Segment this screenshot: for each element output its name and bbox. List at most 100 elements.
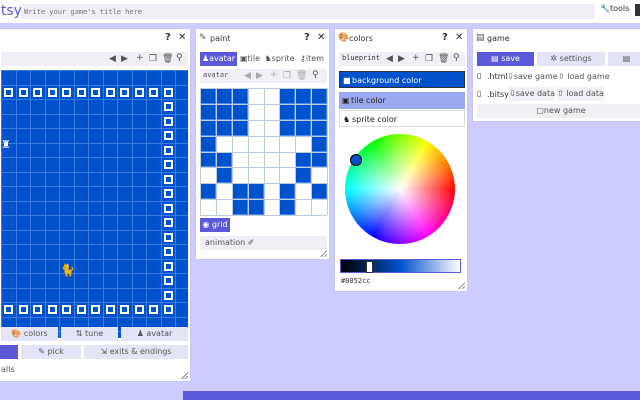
tab-avatar[interactable]: ♟ avatar — [121, 327, 188, 341]
exits-endings-button[interactable]: ⇲ exits & endings — [84, 345, 188, 359]
help-button[interactable]: ? — [165, 32, 171, 44]
next-drawing-icon[interactable]: ▶ — [256, 71, 263, 81]
pixel — [200, 183, 216, 200]
add-icon[interactable]: + — [136, 53, 144, 63]
avatar-icon: ♟ — [136, 329, 144, 338]
palette-name-field[interactable]: blueprint — [342, 54, 380, 62]
grid-line — [102, 70, 104, 338]
walls-label[interactable]: alls — [1, 365, 15, 374]
tools-button[interactable]: 🔧tools — [600, 4, 629, 13]
grid-line — [311, 88, 313, 215]
close-button[interactable]: ✕ — [455, 32, 463, 44]
tab-tile[interactable]: ▣tile — [238, 52, 262, 66]
wall-tile — [33, 87, 42, 97]
color-wheel-cursor[interactable] — [350, 154, 362, 166]
tab-settings[interactable]: ✲ settings — [537, 52, 605, 66]
wall-tile — [105, 305, 115, 314]
next-room-icon[interactable]: ▶ — [121, 54, 128, 64]
grid-line — [200, 151, 327, 153]
tab-other[interactable]: ▤ — [608, 52, 640, 66]
tune-icon: ⇅ — [75, 329, 83, 338]
wall-tile — [91, 87, 100, 97]
brightness-slider[interactable] — [340, 259, 461, 273]
tab-label: tile — [247, 54, 261, 63]
help-button[interactable]: ? — [442, 32, 448, 44]
wall-tile — [105, 87, 115, 97]
brush-icon: ✎ — [199, 33, 207, 43]
delete-icon[interactable]: 🗑 — [438, 54, 449, 64]
pixel — [279, 183, 296, 200]
wall-tile — [163, 116, 173, 126]
grid-line — [1, 229, 188, 231]
palette-nav-bar: blueprint ◀ ▶ + ❐ 🗑 ⚲ — [339, 52, 465, 66]
wall-tile — [47, 305, 57, 314]
grid-line — [200, 215, 327, 216]
room-nav-bar: ◀ ▶ + ❐ 🗑 ⚲ — [1, 52, 188, 66]
tile-color-option[interactable]: ▣ tile color — [339, 92, 465, 109]
close-button[interactable]: ✕ — [317, 32, 325, 44]
wall-tile — [18, 87, 28, 97]
tab-paint-mode[interactable] — [0, 345, 18, 359]
colors-title: colors — [349, 34, 373, 43]
wall-tile — [163, 102, 173, 111]
wrench-icon: 🔧 — [600, 4, 610, 13]
tab-sprite[interactable]: ♞sprite — [263, 52, 296, 66]
drawing-name-field[interactable]: avatar — [203, 71, 228, 79]
search-icon[interactable]: ⚲ — [453, 53, 460, 63]
prev-room-icon[interactable]: ◀ — [109, 54, 116, 64]
toolbar-overflow-button[interactable] — [635, 4, 640, 16]
color-wheel[interactable] — [345, 134, 455, 244]
wall-tile — [163, 160, 173, 169]
save-data-button[interactable]: ⇩save data — [509, 87, 555, 101]
load-data-button[interactable]: ⇧ load data — [557, 87, 604, 101]
load-game-button[interactable]: ⇧ load game — [558, 70, 610, 84]
paint-canvas[interactable] — [200, 88, 328, 216]
duplicate-icon[interactable]: ❐ — [283, 71, 291, 81]
background-color-option[interactable]: ■ background color — [339, 71, 465, 88]
pick-button[interactable]: ✎ pick — [21, 345, 81, 359]
animation-toggle[interactable]: animation ✐ — [200, 236, 327, 250]
delete-icon[interactable]: 🗑 — [162, 54, 173, 64]
duplicate-icon[interactable]: ❐ — [149, 54, 157, 64]
next-palette-icon[interactable]: ▶ — [398, 54, 405, 64]
game-title-input[interactable] — [21, 4, 595, 19]
help-button[interactable]: ? — [304, 32, 310, 44]
wall-tile — [62, 87, 71, 97]
wall-tile — [163, 189, 173, 198]
prev-palette-icon[interactable]: ◀ — [386, 54, 393, 64]
wall-tile — [4, 305, 13, 314]
slider-knob[interactable] — [366, 261, 373, 273]
wall-tile — [47, 87, 57, 97]
tab-item[interactable]: ⚷item — [297, 52, 327, 66]
hex-value[interactable]: #0052cc — [341, 277, 371, 285]
tab-save-label: save — [501, 54, 520, 63]
grid-line — [1, 70, 2, 338]
tab-colors[interactable]: 🎨 colors — [1, 327, 58, 341]
tile-icon: ▣ — [239, 54, 248, 63]
grid-line — [1, 244, 188, 245]
wall-tile — [76, 87, 86, 97]
sprite-color-option[interactable]: ♞ sprite color — [339, 110, 465, 127]
tab-tune[interactable]: ⇅ tune — [61, 327, 118, 341]
grid-toggle[interactable]: ◉ grid — [200, 218, 230, 232]
upload-icon: ⇧ — [558, 72, 565, 81]
prev-drawing-icon[interactable]: ◀ — [244, 71, 251, 81]
add-icon[interactable]: + — [412, 53, 420, 63]
search-icon[interactable]: ⚲ — [312, 70, 319, 80]
tab-avatar[interactable]: ♟avatar — [200, 52, 237, 66]
resize-handle[interactable] — [181, 372, 188, 379]
pixel — [215, 103, 232, 120]
duplicate-icon[interactable]: ❐ — [425, 54, 433, 64]
grid-line — [44, 70, 46, 338]
save-game-button[interactable]: ⇩save game — [507, 70, 558, 84]
room-canvas[interactable]: ♜ 🐈 — [1, 70, 190, 338]
close-button[interactable]: ✕ — [178, 32, 186, 44]
resize-handle[interactable] — [320, 250, 327, 257]
add-icon[interactable]: + — [270, 70, 278, 80]
delete-icon[interactable]: 🗑 — [296, 71, 307, 81]
search-icon[interactable]: ⚲ — [176, 53, 183, 63]
tab-save[interactable]: ▤ save — [477, 52, 534, 66]
new-game-button[interactable]: ▢new game — [477, 104, 640, 118]
resize-handle[interactable] — [458, 282, 465, 289]
pixel — [279, 88, 296, 104]
